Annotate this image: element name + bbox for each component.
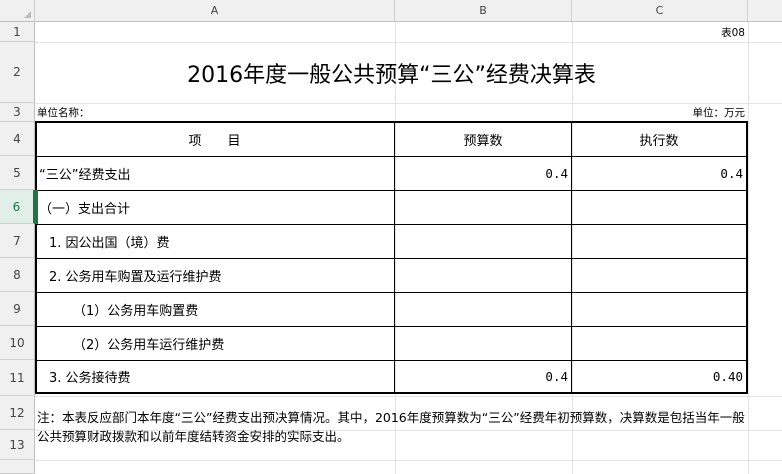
actual-cell[interactable]: [572, 293, 746, 326]
row-header[interactable]: 11: [0, 360, 35, 396]
row-header[interactable]: 12: [0, 396, 35, 430]
sheet-title[interactable]: 2016年度一般公共预算“三公”经费决算表: [35, 42, 748, 103]
actual-cell[interactable]: [572, 191, 746, 224]
budget-cell[interactable]: [395, 259, 571, 292]
actual-cell[interactable]: 0.4: [572, 157, 746, 190]
row-header-selected[interactable]: 6: [0, 190, 35, 224]
row-header[interactable]: [0, 460, 35, 474]
table-number[interactable]: 表08: [572, 22, 748, 42]
column-header-a[interactable]: A: [35, 0, 395, 22]
header-item[interactable]: 项 目: [35, 123, 394, 156]
select-all-corner[interactable]: [0, 0, 35, 22]
actual-cell[interactable]: [572, 225, 746, 258]
budget-cell[interactable]: 0.4: [395, 361, 571, 392]
item-cell[interactable]: “三公”经费支出: [39, 157, 394, 190]
row-header[interactable]: 13: [0, 430, 35, 460]
footnote[interactable]: 注：本表反应部门本年度“三公”经费支出预决算情况。其中，2016年度预算数为“三…: [37, 408, 747, 446]
budget-cell[interactable]: [395, 293, 571, 326]
row-header[interactable]: 3: [0, 103, 35, 122]
actual-cell[interactable]: [572, 327, 746, 360]
budget-cell[interactable]: [395, 191, 571, 224]
item-cell[interactable]: 2. 公务用车购置及运行维护费: [49, 259, 394, 292]
column-header-c[interactable]: C: [572, 0, 748, 22]
header-actual[interactable]: 执行数: [572, 123, 746, 156]
row-header[interactable]: 8: [0, 258, 35, 292]
row-header[interactable]: 10: [0, 326, 35, 360]
budget-cell[interactable]: 0.4: [395, 157, 571, 190]
unit-name-label[interactable]: 单位名称：: [37, 103, 337, 122]
actual-cell[interactable]: 0.40: [572, 361, 746, 392]
column-header-b[interactable]: B: [395, 0, 572, 22]
budget-cell[interactable]: [395, 225, 571, 258]
budget-cell[interactable]: [395, 327, 571, 360]
actual-cell[interactable]: [572, 259, 746, 292]
item-cell[interactable]: （2）公务用车运行维护费: [73, 327, 394, 360]
row-header[interactable]: 4: [0, 122, 35, 156]
row-header[interactable]: 1: [0, 22, 35, 42]
row-header[interactable]: 9: [0, 292, 35, 326]
item-cell[interactable]: 1. 因公出国（境）费: [49, 225, 394, 258]
row-header[interactable]: 7: [0, 224, 35, 258]
item-cell[interactable]: （1）公务用车购置费: [73, 293, 394, 326]
item-cell-selected[interactable]: （一）支出合计: [39, 191, 394, 224]
unit-label[interactable]: 单位：万元: [572, 103, 748, 122]
spreadsheet: A B C 1 2 3 4 5 6 7 8 9 10 11 12 13 表08 …: [0, 0, 782, 474]
header-budget[interactable]: 预算数: [395, 123, 571, 156]
column-header-d[interactable]: [748, 0, 782, 22]
row-header[interactable]: 5: [0, 156, 35, 190]
item-cell[interactable]: 3. 公务接待费: [49, 361, 394, 392]
row-header[interactable]: 2: [0, 42, 35, 103]
